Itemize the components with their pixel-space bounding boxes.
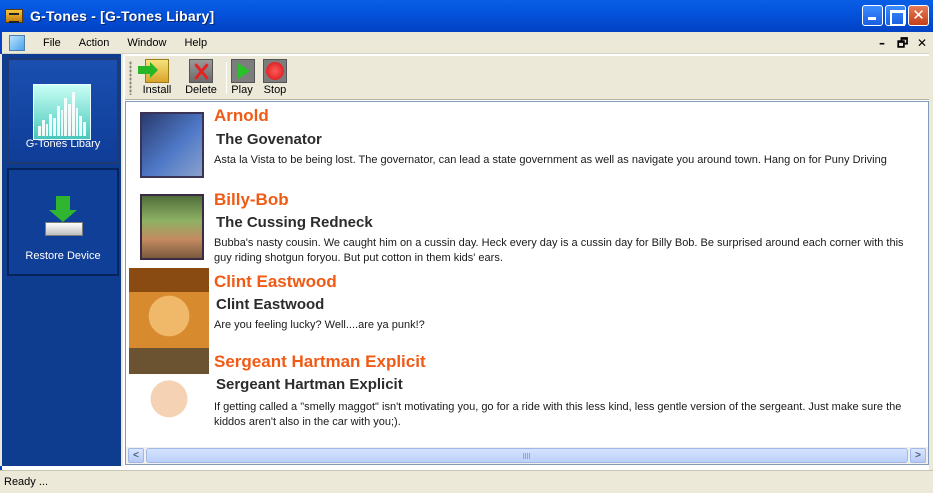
list-item[interactable]: Arnold The Govenator Asta la Vista to be… [126, 102, 926, 186]
document-window-controls: – 🗗 ✕ [877, 35, 927, 51]
tone-name: Clint Eastwood [214, 272, 337, 291]
list-item[interactable]: Sergeant Hartman Explicit Sergeant Hartm… [126, 348, 926, 438]
sidebar-item-label: G-Tones Libary [25, 138, 101, 150]
menu-action[interactable]: Action [70, 32, 119, 54]
toolbar-separator [226, 62, 227, 94]
sergeant-hartman-thumbnail [129, 348, 209, 430]
tone-subtitle: The Govenator [216, 131, 322, 148]
maximize-button[interactable] [885, 5, 906, 26]
sidebar-item-label: Restore Device [25, 250, 101, 262]
stop-button[interactable]: Stop [261, 59, 289, 99]
menu-file[interactable]: File [34, 32, 70, 54]
tone-name: Sergeant Hartman Explicit [214, 352, 426, 371]
install-icon [138, 59, 169, 83]
scroll-right-button[interactable]: > [910, 448, 926, 463]
minimize-button[interactable] [862, 5, 883, 26]
title-bar: G-Tones - [G-Tones Libary] ✕ [0, 0, 933, 32]
tone-description: Are you feeling lucky? Well....are ya pu… [214, 319, 425, 331]
tone-description: If getting called a "smelly maggot" isn'… [214, 401, 902, 428]
window-controls: ✕ [862, 5, 929, 26]
window-frame-right [929, 32, 933, 470]
tone-subtitle: Sergeant Hartman Explicit [216, 376, 403, 393]
install-label: Install [142, 84, 172, 96]
close-icon: ✕ [912, 6, 925, 24]
horizontal-scrollbar[interactable]: < > [125, 447, 929, 465]
tone-name: Billy-Bob [214, 190, 289, 209]
arnold-thumbnail [140, 112, 204, 178]
tone-description: Bubba's nasty cousin. We caught him on a… [214, 237, 904, 264]
list-item[interactable]: Clint Eastwood Clint Eastwood Are you fe… [126, 268, 926, 348]
minimize-icon [863, 6, 882, 25]
close-button[interactable]: ✕ [908, 5, 929, 26]
document-restore-button[interactable]: 🗗 [897, 35, 908, 51]
tone-name: Arnold [214, 106, 269, 125]
tones-library-icon [33, 84, 91, 140]
tone-subtitle: The Cussing Redneck [216, 214, 373, 231]
document-minimize-button[interactable]: – [877, 35, 887, 51]
document-close-button[interactable]: ✕ [917, 35, 927, 51]
toolbar-grip[interactable] [129, 61, 132, 95]
install-button[interactable]: Install [137, 59, 177, 99]
document-system-menu-icon[interactable] [9, 34, 25, 51]
list-item[interactable]: Billy-Bob The Cussing Redneck Bubba's na… [126, 186, 926, 268]
status-text: Ready ... [4, 476, 49, 488]
scrollbar-thumb[interactable] [146, 448, 908, 463]
sidebar: G-Tones Libary Restore Device [0, 54, 123, 466]
delete-label: Delete [185, 84, 217, 96]
sidebar-item-tones-library[interactable]: G-Tones Libary [7, 58, 119, 164]
menu-bar: File Action Window Help – 🗗 ✕ [0, 32, 933, 54]
play-button[interactable]: Play [231, 59, 255, 99]
maximize-icon [886, 6, 905, 26]
clint-eastwood-thumbnail [129, 268, 209, 348]
tone-subtitle: Clint Eastwood [216, 296, 325, 313]
stop-icon [263, 59, 287, 83]
restore-device-icon [43, 196, 85, 238]
status-bar: Ready ... [0, 470, 933, 493]
toolbar: Install Delete Play Stop [125, 56, 929, 100]
menu-window[interactable]: Window [118, 32, 175, 54]
play-label: Play [231, 84, 253, 96]
window-title: G-Tones - [G-Tones Libary] [30, 8, 215, 24]
stop-label: Stop [263, 84, 287, 96]
tone-description: Asta la Vista to be being lost. The gove… [214, 154, 887, 166]
delete-button[interactable]: Delete [183, 59, 219, 99]
billy-bob-thumbnail [140, 194, 204, 260]
menu-help[interactable]: Help [175, 32, 216, 54]
tones-list: Arnold The Govenator Asta la Vista to be… [125, 101, 929, 447]
app-icon [5, 9, 23, 23]
delete-icon [189, 59, 213, 83]
play-icon [231, 59, 255, 83]
scroll-left-button[interactable]: < [128, 448, 144, 463]
sidebar-item-restore-device[interactable]: Restore Device [7, 168, 119, 276]
